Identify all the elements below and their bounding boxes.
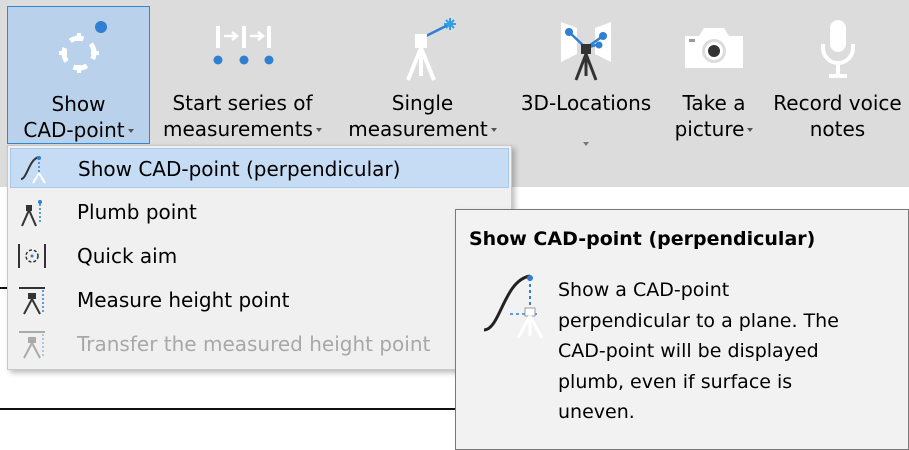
3d-location-tripod-icon — [561, 22, 611, 81]
measure-height-icon — [19, 287, 45, 315]
menu-item-plumb-point[interactable]: Plumb point — [10, 192, 509, 232]
tooltip-line: Show a CAD-point — [558, 279, 730, 301]
show-cad-point-label: Show CAD-point — [8, 91, 149, 143]
dropdown-arrow-icon — [127, 128, 134, 133]
take-picture-button[interactable]: Take a picture — [662, 6, 766, 144]
tooltip-line: uneven. — [558, 401, 635, 423]
tooltip-line: plumb, even if surface is — [558, 370, 793, 393]
3d-locations-button[interactable]: 3D-Locations — [512, 6, 660, 146]
plumb-point-icon — [21, 200, 42, 227]
menu-item-transfer-height-point[interactable]: Transfer the measured height point — [10, 324, 509, 364]
quick-aim-icon — [18, 244, 46, 268]
laser-tripod-icon — [405, 18, 456, 81]
tooltip: Show CAD-point (perpendicular) Show a CA… — [455, 209, 909, 450]
single-measurement-button[interactable]: Single measurement — [335, 6, 510, 144]
cad-perpendicular-icon — [483, 274, 544, 339]
single-measurement-label: Single measurement — [335, 90, 510, 142]
start-series-label: Start series of measurements — [155, 90, 330, 142]
menu-item-label: Measure height point — [77, 288, 290, 312]
menu-item-label: Transfer the measured height point — [77, 332, 431, 356]
record-voice-notes-button[interactable]: Record voice notes — [766, 6, 909, 144]
dropdown-arrow-icon — [315, 127, 322, 132]
menu-item-measure-height-point[interactable]: Measure height point — [10, 280, 509, 320]
tooltip-line: perpendicular to a plane. The — [558, 309, 839, 332]
3d-locations-label: 3D-Locations — [520, 91, 652, 115]
menu-item-label: Plumb point — [77, 200, 197, 224]
dropdown-arrow-icon — [490, 127, 497, 132]
tooltip-line: CAD-point will be displayed — [558, 340, 819, 362]
record-voice-notes-label: Record voice notes — [773, 91, 902, 141]
crosshair-target-icon — [58, 21, 107, 73]
tooltip-body: Show a CAD-point perpendicular to a plan… — [558, 275, 898, 428]
start-series-button[interactable]: Start series of measurements — [155, 6, 330, 144]
dropdown-arrow-icon — [747, 127, 754, 132]
show-cad-point-button[interactable]: Show CAD-point — [7, 6, 150, 144]
microphone-icon — [820, 20, 855, 78]
take-picture-label: Take a picture — [662, 90, 766, 142]
series-measurement-icon — [213, 26, 273, 65]
camera-icon — [685, 28, 743, 68]
tooltip-title: Show CAD-point (perpendicular) — [469, 228, 816, 250]
cad-perpendicular-icon — [20, 156, 46, 184]
menu-item-label: Quick aim — [77, 244, 178, 268]
transfer-height-icon — [19, 331, 45, 359]
document-line — [0, 408, 457, 410]
menu-item-quick-aim[interactable]: Quick aim — [10, 236, 509, 276]
menu-item-show-cad-point-perpendicular[interactable]: Show CAD-point (perpendicular) — [10, 148, 509, 188]
dropdown-arrow-icon — [583, 142, 589, 146]
menu-item-label: Show CAD-point (perpendicular) — [78, 157, 401, 181]
cad-point-dropdown-menu: Show CAD-point (perpendicular) Plumb poi… — [7, 145, 512, 370]
